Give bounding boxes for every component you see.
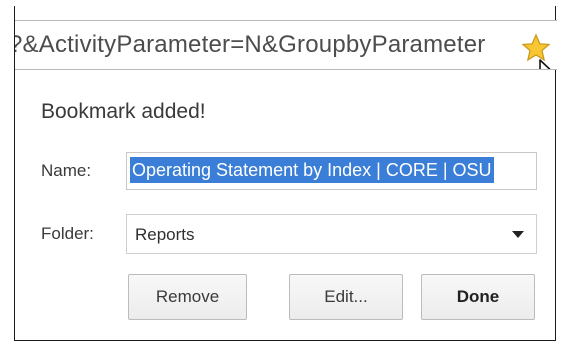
chevron-down-icon[interactable] [512, 231, 524, 238]
folder-label: Folder: [41, 224, 94, 243]
bookmark-name-input[interactable]: Operating Statement by Index | CORE | OS… [126, 152, 537, 190]
omnibox[interactable]: ?&ActivityParameter=N&GroupbyParameter [15, 20, 557, 70]
done-button[interactable]: Done [421, 274, 535, 320]
url-text[interactable]: ?&ActivityParameter=N&GroupbyParameter [15, 31, 524, 59]
folder-select[interactable]: Reports [126, 214, 537, 254]
bubble-title: Bookmark added! [41, 100, 206, 123]
edit-button[interactable]: Edit... [289, 274, 403, 320]
bookmark-name-value[interactable]: Operating Statement by Index | CORE | OS… [130, 157, 494, 183]
bookmark-popup-frame: ?&ActivityParameter=N&GroupbyParameter B… [14, 6, 557, 341]
folder-select-value: Reports [135, 225, 195, 244]
remove-button[interactable]: Remove [128, 274, 247, 320]
mouse-cursor-icon [539, 59, 551, 69]
name-label: Name: [41, 161, 92, 180]
